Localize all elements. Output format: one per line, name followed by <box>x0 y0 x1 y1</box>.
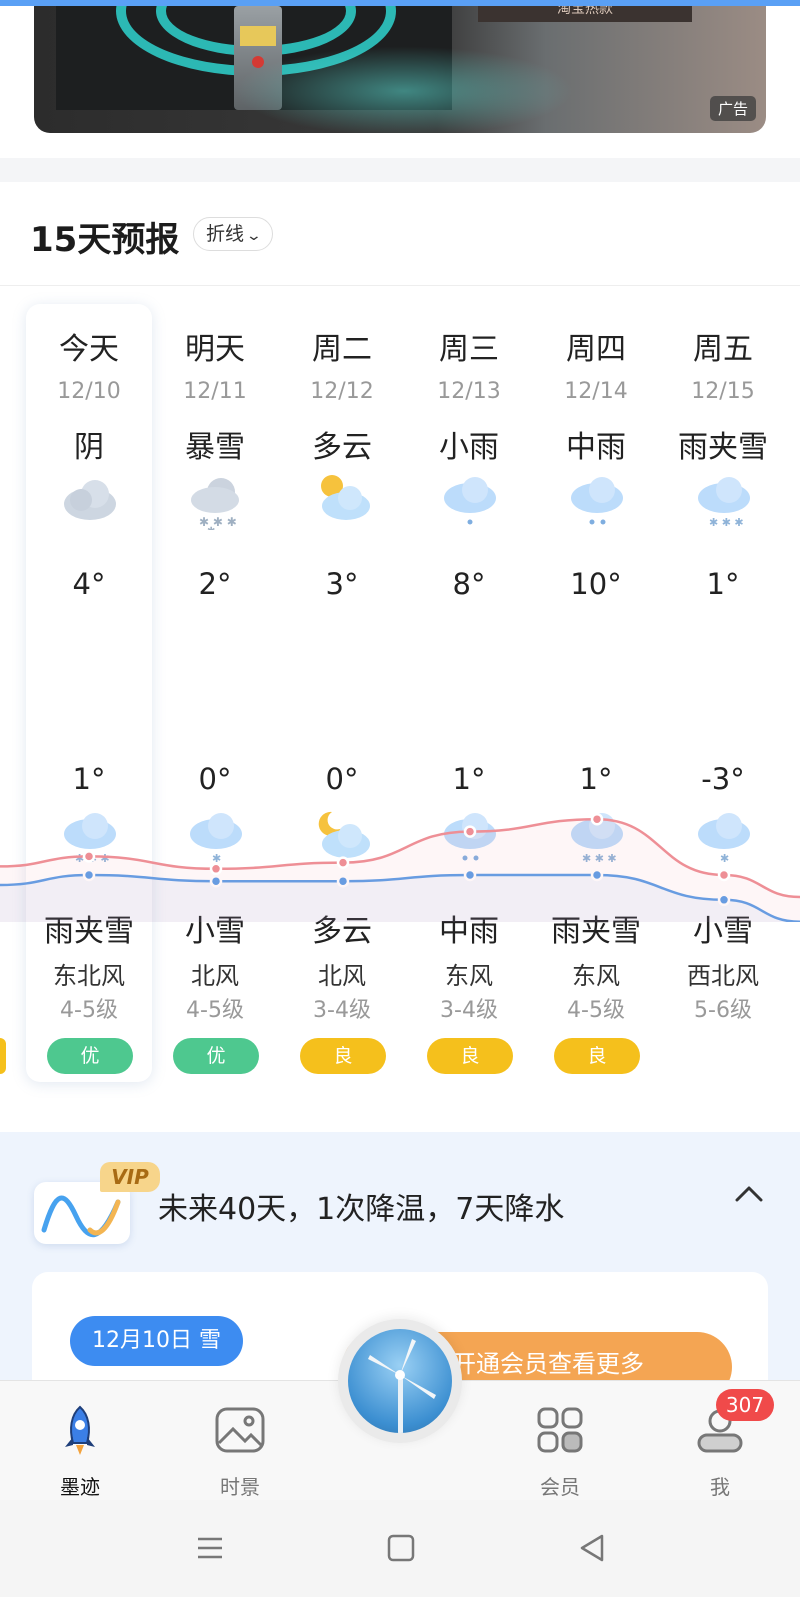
day-date: 12/15 <box>691 379 755 404</box>
wind-level: 3-4级 <box>440 998 498 1023</box>
ad-banner[interactable]: 淘宝热款 广告 <box>34 6 766 133</box>
vip-badge: VIP <box>100 1162 160 1192</box>
chart-mode-label: 折线 <box>206 223 245 245</box>
tab-vip[interactable]: 会员 <box>510 1403 610 1500</box>
ad-tag[interactable]: 广告 <box>709 96 756 121</box>
day-date: 12/11 <box>183 379 247 404</box>
notification-badge: 307 <box>716 1389 774 1421</box>
menu-icon[interactable] <box>194 1532 226 1564</box>
day-name: 今天 <box>59 332 119 367</box>
date-pill[interactable]: 12月10日 雪 <box>70 1316 243 1366</box>
ad-section: 淘宝热款 广告 <box>0 6 800 158</box>
day-date: 12/14 <box>564 379 628 404</box>
high-temp: 1° <box>706 567 740 601</box>
aqi-badge[interactable]: 良 <box>300 1038 386 1074</box>
day-weather: 阴 <box>74 430 104 465</box>
sleet-icon: ✱ ✱ ✱ <box>698 477 750 529</box>
tab-moji[interactable]: 墨迹 <box>30 1403 130 1500</box>
high-temp-point <box>463 825 477 838</box>
high-temp-area <box>0 819 800 922</box>
wind-direction: 北风 <box>318 962 366 990</box>
wind-direction: 东风 <box>445 962 493 990</box>
wind-direction: 东风 <box>572 962 620 990</box>
day-name: 周三 <box>439 332 499 367</box>
wind-level: 4-5级 <box>186 998 244 1023</box>
chart-mode-dropdown[interactable]: 折线 ⌄ <box>193 217 273 251</box>
wind-level: 4-5级 <box>567 998 625 1023</box>
day-weather: 雨夹雪 <box>678 430 768 465</box>
high-temp-point <box>82 850 96 863</box>
wind-level: 4-5级 <box>60 998 118 1023</box>
day-date: 12/12 <box>310 379 374 404</box>
vip-summary: 未来40天，1次降温，7天降水 <box>158 1192 565 1227</box>
previous-day-aqi-edge <box>0 1038 6 1074</box>
partly-cloudy-day-icon <box>321 475 370 520</box>
home-icon[interactable] <box>385 1532 417 1564</box>
light-rain-icon <box>444 477 496 525</box>
day-date: 12/10 <box>57 379 121 404</box>
tab-gallery-label: 时景 <box>220 1475 260 1499</box>
svg-text:✱ ✱ ✱: ✱ ✱ ✱ <box>709 516 744 529</box>
tab-gallery[interactable]: 时景 <box>190 1403 290 1500</box>
high-temp: 8° <box>452 567 486 601</box>
aqi-badge[interactable]: 优 <box>173 1038 259 1074</box>
svg-text:✱: ✱ <box>207 526 215 530</box>
wind-turbine-icon <box>348 1329 452 1433</box>
day-name: 明天 <box>185 332 245 367</box>
bottom-navigation: 墨迹 时景 会员 我 307 <box>0 1319 800 1597</box>
chevron-down-icon: ⌄ <box>245 228 263 244</box>
high-temp-point <box>590 812 604 826</box>
aqi-badge[interactable]: 优 <box>47 1038 133 1074</box>
ad-tag-label: 广告 <box>717 100 748 118</box>
day-weather: 多云 <box>312 430 372 465</box>
rocket-icon <box>65 1405 95 1455</box>
day-name: 周四 <box>566 332 626 367</box>
overcast-icon <box>64 480 116 520</box>
high-temp-point <box>717 868 731 882</box>
day-weather: 小雨 <box>439 430 499 465</box>
forecast-title: 15天预报 <box>30 220 180 260</box>
system-navigation-bar <box>0 1500 800 1597</box>
back-icon[interactable] <box>576 1532 608 1564</box>
wind-level: 3-4级 <box>313 998 371 1023</box>
trend-chart-icon: VIP <box>34 1162 160 1252</box>
wind-direction: 北风 <box>191 962 239 990</box>
wind-level: 5-6级 <box>694 998 752 1023</box>
day-name: 周二 <box>312 332 372 367</box>
high-temp-point <box>209 862 223 876</box>
wind-direction: 东北风 <box>53 962 125 990</box>
day-name: 周五 <box>693 332 753 367</box>
svg-text:✱ ✱ ✱: ✱ ✱ ✱ <box>199 515 237 529</box>
moderate-rain-icon <box>571 477 623 525</box>
tab-moji-label: 墨迹 <box>60 1475 100 1499</box>
day-weather: 暴雪 <box>185 430 245 465</box>
high-temp: 2° <box>198 567 232 601</box>
tab-bar: 墨迹 时景 会员 我 307 <box>0 1319 800 1500</box>
chevron-up-icon[interactable] <box>731 1176 767 1212</box>
day-weather: 中雨 <box>566 430 626 465</box>
tab-me-label: 我 <box>710 1475 730 1499</box>
high-temp: 3° <box>325 567 359 601</box>
forecast-header: 15天预报 折线 ⌄ <box>0 182 800 286</box>
high-temp: 10° <box>570 567 622 601</box>
aqi-badge[interactable]: 良 <box>427 1038 513 1074</box>
center-action-button[interactable] <box>338 1319 462 1443</box>
forecast-section: 15天预报 折线⌄ 今天 12/10 阴 4° 1° ✱ ✱ ✱ 雨夹雪东北风 4-5级优 明天… <box>0 182 800 1132</box>
day-date: 12/13 <box>437 379 501 404</box>
grid-icon <box>537 1407 583 1453</box>
temperature-chart <box>0 812 800 922</box>
wind-direction: 西北风 <box>687 962 759 990</box>
heavy-snow-icon: ✱ ✱ ✱✱ <box>191 478 239 530</box>
ad-banner-text: 淘宝热款 <box>478 6 692 22</box>
high-temp: 4° <box>72 567 106 601</box>
tab-vip-label: 会员 <box>540 1475 580 1499</box>
gallery-icon <box>215 1407 265 1453</box>
high-temp-point <box>336 856 350 869</box>
aqi-badge[interactable]: 良 <box>554 1038 640 1074</box>
